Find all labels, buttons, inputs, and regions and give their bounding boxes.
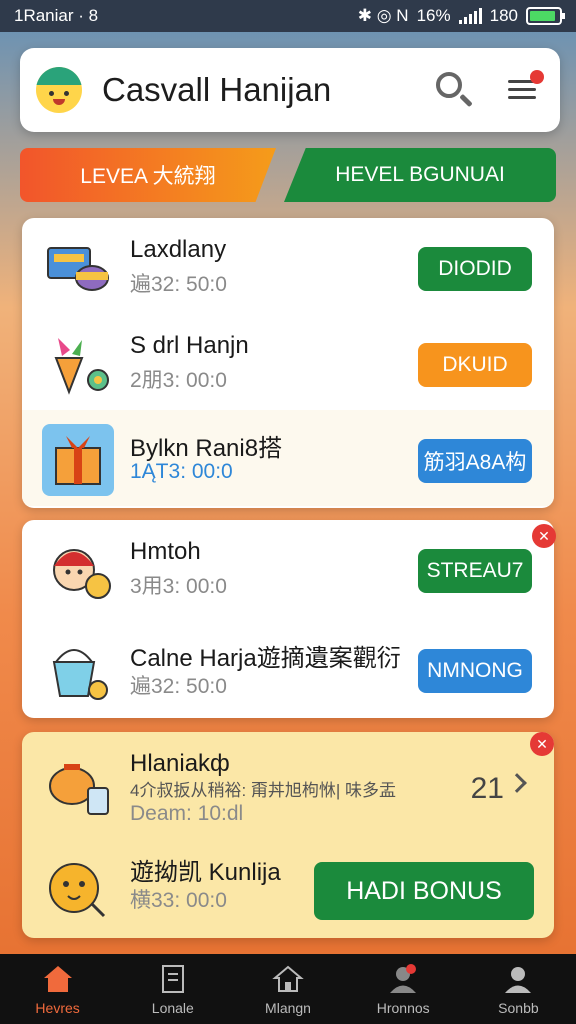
- nav-label: Sonbb: [498, 1000, 539, 1016]
- tab-hevel[interactable]: HEVEL BGUNUAI: [284, 148, 556, 202]
- item-time: Deam: 10:dl: [130, 802, 244, 825]
- item-time: 1ĄT3: 00:0: [130, 460, 233, 483]
- nav-label: Hronnos: [376, 1000, 430, 1016]
- present-icon: [42, 424, 114, 496]
- character-icon: [42, 534, 114, 606]
- document-icon: [157, 964, 189, 994]
- signal-icon: [458, 8, 482, 24]
- card-list-1: Laxdlany 遍32: 50:0 DIODID S drl Hanjn 2朋…: [22, 218, 554, 508]
- list-item[interactable]: Laxdlany 遍32: 50:0 DIODID: [22, 218, 554, 314]
- status-time: 1Raniar · 8: [14, 6, 99, 25]
- app-title: Casvall Hanijan: [102, 71, 332, 108]
- house-icon: [272, 964, 304, 994]
- battery-fill: [530, 11, 556, 21]
- item-count: 21: [470, 772, 504, 805]
- item-title: Hmtoh: [130, 538, 201, 565]
- action-button[interactable]: DKUID: [418, 343, 532, 387]
- nav-label: Hevres: [35, 1000, 80, 1016]
- battery-icon: [526, 7, 565, 25]
- list-item[interactable]: 遊拗凯 Kunlija 横33: 00:0 HADI BONUS: [22, 844, 554, 938]
- item-time: 横33: 00:0: [130, 889, 227, 912]
- bonus-card: ✕ Hlaniakф 4介叔扳从稍裕: 甭丼旭枸恘| 味多盂 Deam: 10:…: [22, 732, 554, 938]
- bucket-icon: [42, 634, 114, 706]
- nav-item-sonbb[interactable]: Sonbb: [461, 954, 576, 1024]
- chevron-right-icon[interactable]: [507, 773, 527, 793]
- action-button[interactable]: NMNONG: [418, 649, 532, 693]
- ice-cream-icon: [42, 328, 114, 400]
- close-icon[interactable]: ✕: [530, 732, 554, 756]
- tab-label: HEVEL BGUNUAI: [335, 163, 505, 186]
- item-time: 遍32: 50:0: [130, 675, 227, 698]
- nav-item-lonale[interactable]: Lonale: [115, 954, 230, 1024]
- chick-icon: [42, 852, 114, 924]
- item-title: S drl Hanjn: [130, 332, 249, 359]
- item-time: 遍32: 50:0: [130, 273, 227, 296]
- notification-dot: [405, 964, 416, 974]
- nav-label: Mlangn: [265, 1000, 311, 1016]
- tab-label: LEVEA 大統翔: [80, 165, 216, 188]
- home-icon: [42, 964, 74, 994]
- network-indicators: ✱ ◎ N: [357, 6, 409, 25]
- list-item[interactable]: Calne Harja遊摘遺案觀衍 遍32: 50:0 NMNONG: [22, 620, 554, 716]
- list-item[interactable]: Hmtoh 3用3: 00:0 STREAU7: [22, 520, 554, 616]
- list-item[interactable]: Bylkn Rani8搭 1ĄT3: 00:0 筋羽A8A构: [22, 410, 554, 506]
- nav-label: Lonale: [151, 1000, 194, 1016]
- action-button[interactable]: STREAU7: [418, 549, 532, 593]
- battery-percent: 180: [489, 6, 518, 25]
- menu-icon[interactable]: [500, 68, 544, 112]
- nav-item-hronnos[interactable]: Hronnos: [346, 954, 461, 1024]
- card-list-2: ✕ Hmtoh 3用3: 00:0 STREAU7 Calne Harja遊摘遺…: [22, 520, 556, 718]
- item-time: 3用3: 00:0: [130, 575, 227, 598]
- avatar[interactable]: [36, 67, 82, 113]
- teapot-icon: [42, 750, 114, 822]
- close-icon[interactable]: ✕: [532, 524, 556, 548]
- status-icons: ✱ ◎ N 16% 180: [357, 6, 565, 26]
- list-item[interactable]: Hlaniakф 4介叔扳从稍裕: 甭丼旭枸恘| 味多盂 Deam: 10:dl…: [22, 732, 554, 844]
- item-time: 2朋3: 00:0: [130, 369, 227, 392]
- status-bar: 1Raniar · 8 ✱ ◎ N 16% 180: [0, 0, 576, 32]
- nav-item-mlangn[interactable]: Mlangn: [230, 954, 345, 1024]
- search-icon[interactable]: [432, 68, 476, 112]
- item-title: Bylkn Rani8搭: [130, 435, 283, 462]
- item-title: Calne Harja遊摘遺案觀衍: [130, 645, 401, 672]
- bottom-nav: Hevres Lonale Mlangn Hronnos Sonbb: [0, 954, 576, 1024]
- app-header: Casvall Hanijan: [20, 48, 560, 132]
- hadi-bonus-button[interactable]: HADI BONUS: [314, 862, 534, 920]
- action-button[interactable]: DIODID: [418, 247, 532, 291]
- nav-item-hevres[interactable]: Hevres: [0, 954, 115, 1024]
- action-button[interactable]: 筋羽A8A构: [418, 439, 532, 483]
- list-item[interactable]: S drl Hanjn 2朋3: 00:0 DKUID: [22, 314, 554, 410]
- item-title: Laxdlany: [130, 236, 227, 263]
- tab-leveа[interactable]: LEVEA 大統翔: [20, 148, 276, 202]
- item-title: 遊拗凯 Kunlija: [130, 859, 281, 886]
- battery-text: 16%: [416, 6, 451, 25]
- tab-bar: LEVEA 大統翔 HEVEL BGUNUAI: [20, 148, 556, 202]
- gift-box-icon: [42, 232, 114, 304]
- notification-dot: [530, 70, 544, 84]
- person-icon: [502, 964, 534, 994]
- item-title: Hlaniakф: [130, 750, 230, 777]
- item-description: 4介叔扳从稍裕: 甭丼旭枸恘| 味多盂: [130, 781, 397, 800]
